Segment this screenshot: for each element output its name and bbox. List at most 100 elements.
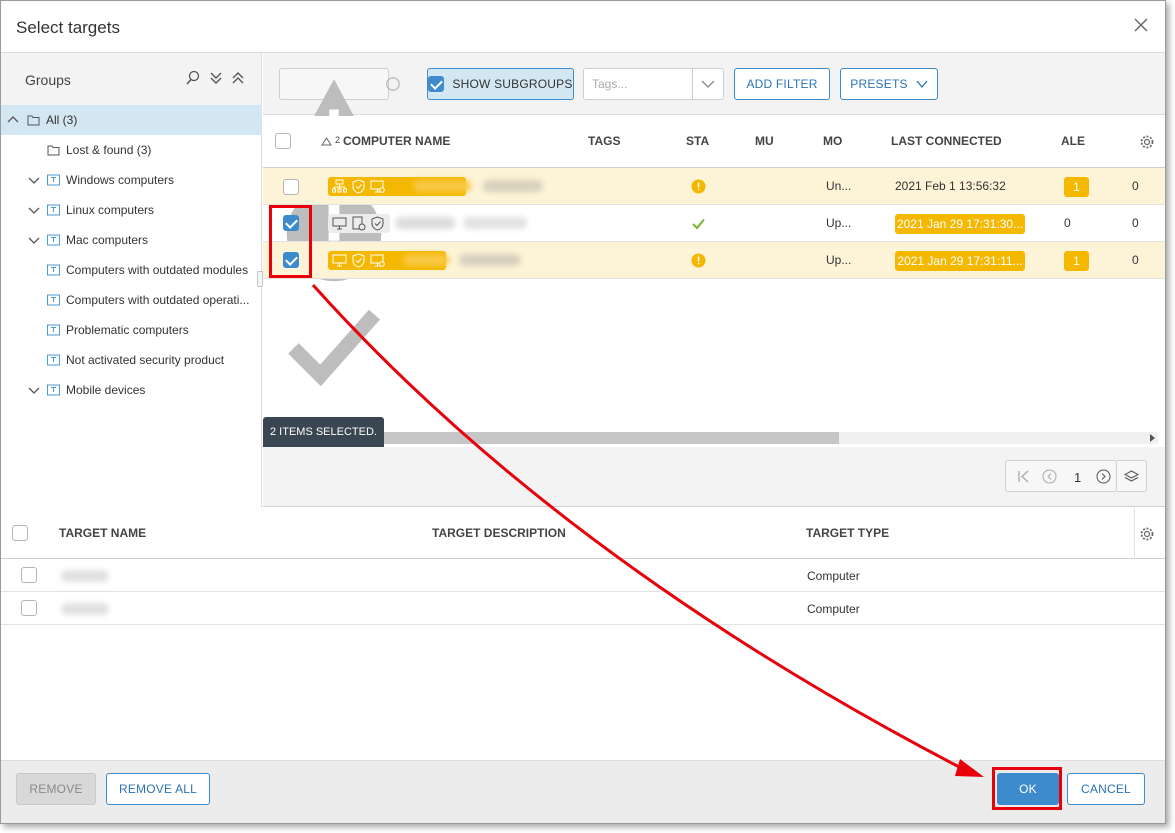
- layers-button[interactable]: [1117, 460, 1147, 492]
- col-target-name[interactable]: TARGET NAME: [59, 526, 146, 540]
- computers-toolbar: SHOW SUBGROUPS ADD FILTER PRESETS: [263, 53, 1165, 387]
- table-row[interactable]: Un... 2021 Feb 1 13:56:32 1 0: [263, 168, 1165, 205]
- group-outdated-modules[interactable]: Computers with outdated modules: [1, 255, 262, 285]
- dynamic-group-icon: [47, 294, 60, 306]
- remove-all-button[interactable]: REMOVE ALL: [106, 773, 210, 805]
- inactive-filter-icon[interactable]: [385, 76, 401, 92]
- targets-table-header: TARGET NAME TARGET DESCRIPTION TARGET TY…: [1, 508, 1165, 559]
- dynamic-group-icon: [47, 324, 60, 336]
- presets-button[interactable]: PRESETS: [840, 68, 938, 100]
- redacted-ip: [463, 217, 527, 229]
- col-status[interactable]: STA: [686, 134, 709, 148]
- group-label: Linux computers: [66, 203, 155, 217]
- dialog-footer: REMOVE REMOVE ALL OK CANCEL: [1, 760, 1165, 823]
- group-lost-and-found[interactable]: Lost & found (3): [1, 135, 262, 165]
- group-outdated-os[interactable]: Computers with outdated operati...: [1, 285, 262, 315]
- chevron-down-icon: [701, 80, 715, 88]
- col-computer-name[interactable]: COMPUTER NAME: [343, 134, 450, 148]
- chevron-down-icon[interactable]: [28, 234, 40, 246]
- target-row[interactable]: Computer: [1, 592, 1165, 625]
- groups-header: Groups: [1, 53, 261, 105]
- group-all[interactable]: All (3): [1, 105, 262, 135]
- first-page-icon[interactable]: [1016, 469, 1031, 484]
- gear-icon[interactable]: [1139, 134, 1155, 150]
- layers-icon: [1124, 470, 1139, 482]
- col-target-type[interactable]: TARGET TYPE: [806, 526, 889, 540]
- network-icon: [332, 179, 347, 193]
- group-problematic[interactable]: Problematic computers: [1, 315, 262, 345]
- group-label: Mac computers: [66, 233, 149, 247]
- dynamic-group-icon: [47, 384, 60, 396]
- close-icon[interactable]: [1131, 15, 1151, 35]
- group-mobile-devices[interactable]: Mobile devices: [1, 375, 262, 405]
- row-checkbox[interactable]: [283, 215, 299, 231]
- col-target-description[interactable]: TARGET DESCRIPTION: [432, 526, 566, 540]
- col-tags[interactable]: TAGS: [588, 134, 620, 148]
- collapse-all-icon[interactable]: [230, 70, 246, 86]
- group-label: Not activated security product: [66, 353, 225, 367]
- alerts-count: 0: [1064, 216, 1071, 230]
- computer-agent-icon: [370, 254, 385, 267]
- gear-icon[interactable]: [1139, 526, 1155, 542]
- tags-input[interactable]: [583, 68, 693, 100]
- select-all-checkbox[interactable]: [275, 133, 291, 149]
- computers-table: 2 COMPUTER NAME TAGS STA MU MO LAST CONN…: [263, 116, 1165, 431]
- col-muted[interactable]: MU: [755, 134, 774, 148]
- tags-dropdown-button[interactable]: [692, 68, 724, 100]
- chevron-down-icon[interactable]: [28, 204, 40, 216]
- dialog-header: Select targets: [1, 1, 1165, 53]
- col-alerts[interactable]: ALE: [1061, 134, 1085, 148]
- col-modules[interactable]: MO: [823, 134, 842, 148]
- redacted-ip: [459, 254, 521, 266]
- shield-icon: [352, 253, 365, 268]
- chevron-down-icon[interactable]: [28, 174, 40, 186]
- dialog-title: Select targets: [16, 18, 120, 37]
- chevron-up-icon[interactable]: [7, 114, 19, 126]
- group-label: Computers with outdated modules: [66, 263, 249, 277]
- table-row[interactable]: Up... 2021 Jan 29 17:31:30... 0 0: [263, 205, 1165, 242]
- computer-icon: [332, 217, 347, 230]
- group-label: Problematic computers: [66, 323, 189, 337]
- group-label: Windows computers: [66, 173, 175, 187]
- group-windows-computers[interactable]: Windows computers: [1, 165, 262, 195]
- row-checkbox[interactable]: [283, 252, 299, 268]
- target-row-checkbox[interactable]: [21, 567, 37, 583]
- chevron-down-icon: [916, 80, 928, 89]
- status-filter-group: [279, 68, 389, 387]
- group-not-activated[interactable]: Not activated security product: [1, 345, 262, 375]
- group-linux-computers[interactable]: Linux computers: [1, 195, 262, 225]
- update-icon: [352, 216, 366, 231]
- next-page-icon[interactable]: [1096, 469, 1111, 484]
- group-mac-computers[interactable]: Mac computers: [1, 225, 262, 255]
- expand-all-icon[interactable]: [208, 70, 224, 86]
- show-subgroups-toggle[interactable]: SHOW SUBGROUPS: [427, 68, 574, 100]
- row-checkbox[interactable]: [283, 179, 299, 195]
- search-icon[interactable]: [185, 70, 201, 86]
- table-row[interactable]: Up... 2021 Jan 29 17:31:11... 1 0: [263, 242, 1165, 279]
- target-row[interactable]: Computer: [1, 559, 1165, 592]
- horizontal-scrollbar[interactable]: [384, 432, 1158, 444]
- remove-button[interactable]: REMOVE: [16, 773, 96, 805]
- warning-status-icon: [691, 179, 706, 194]
- scrollbar-thumb[interactable]: [384, 432, 839, 444]
- dynamic-group-icon: [47, 354, 60, 366]
- cancel-button[interactable]: CANCEL: [1067, 773, 1145, 805]
- dynamic-group-icon: [47, 204, 60, 216]
- computer-icon: [332, 254, 347, 267]
- shield-icon: [371, 216, 384, 231]
- add-filter-button[interactable]: ADD FILTER: [734, 68, 830, 100]
- scroll-right-icon[interactable]: [1148, 434, 1156, 442]
- group-label: Computers with outdated operati...: [66, 293, 250, 307]
- chevron-down-icon[interactable]: [28, 384, 40, 396]
- target-row-checkbox[interactable]: [21, 600, 37, 616]
- redacted-ip: [483, 180, 543, 192]
- folder-icon: [47, 145, 60, 156]
- col-last-connected[interactable]: LAST CONNECTED: [891, 134, 1002, 148]
- sort-asc-icon[interactable]: [321, 137, 332, 146]
- select-all-targets-checkbox[interactable]: [12, 525, 28, 541]
- prev-page-icon[interactable]: [1042, 469, 1057, 484]
- selection-count-banner: 2 ITEMS SELECTED.: [263, 417, 384, 447]
- ok-button[interactable]: OK: [997, 773, 1059, 805]
- show-subgroups-checkbox[interactable]: [428, 76, 445, 92]
- last-connected-badge: 2021 Jan 29 17:31:11...: [895, 251, 1025, 271]
